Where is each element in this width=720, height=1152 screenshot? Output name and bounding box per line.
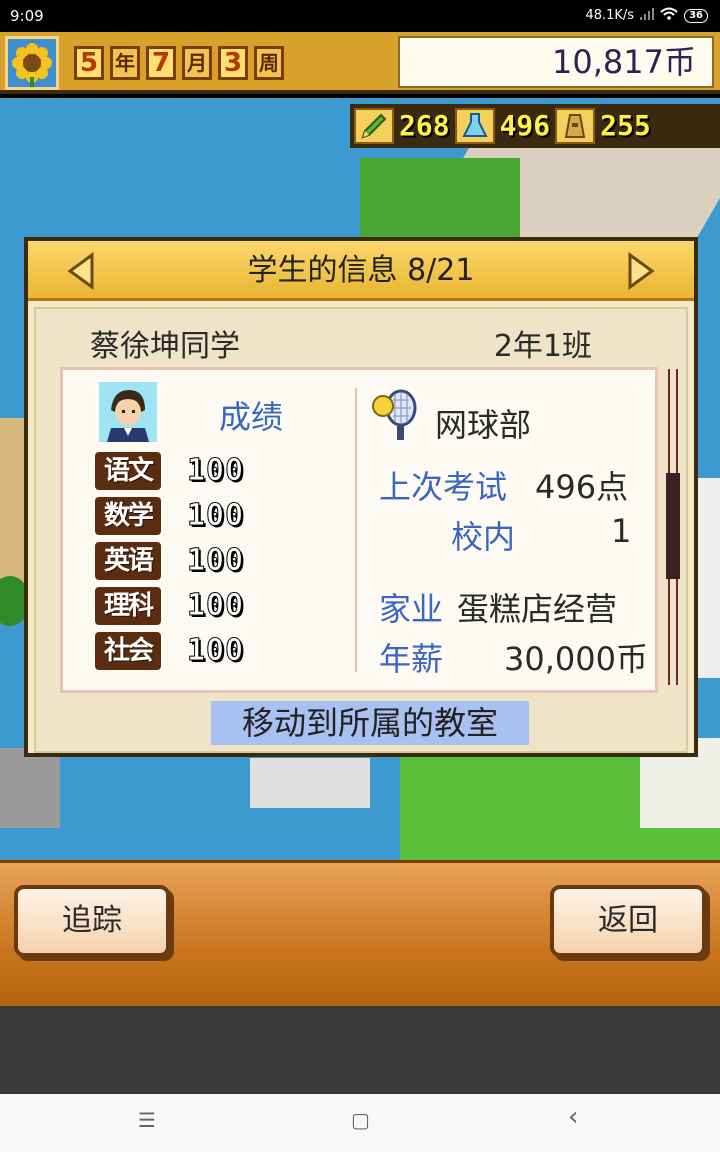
status-bar: 9:09 48.1K/s 36 <box>0 0 720 32</box>
subject-label: 语文 <box>95 452 161 490</box>
week-number: 3 <box>218 46 248 80</box>
last-exam-label: 上次考试 <box>379 468 508 506</box>
dialog-title: 学生的信息 8/21 <box>247 253 475 288</box>
resource-bar: 268 496 255 <box>350 104 720 148</box>
next-arrow-icon[interactable] <box>624 251 658 291</box>
empty-area <box>0 1006 720 1094</box>
student-info-dialog: 学生的信息 8/21 蔡徐坤同学 2年1班 成绩 语文 100 数学 100 英… <box>24 237 698 757</box>
school-rank-value: 1 <box>611 512 632 550</box>
research-points: 268 <box>396 108 453 144</box>
system-nav-bar: ☰ ▢ ‹ <box>0 1094 720 1152</box>
grade-row: 数学 100 <box>95 497 275 537</box>
info-card: 成绩 语文 100 数学 100 英语 100 理科 100 社会 100 网球… <box>60 367 658 693</box>
grade-row: 社会 100 <box>95 632 275 672</box>
month-number: 7 <box>146 46 176 80</box>
lockers <box>250 758 370 808</box>
net-speed: 48.1K/s <box>585 8 635 23</box>
year-unit: 年 <box>110 46 140 80</box>
student-class: 2年1班 <box>493 329 592 364</box>
money-display: 10,817币 <box>398 36 714 88</box>
grade-row: 理科 100 <box>95 587 275 627</box>
subject-label: 英语 <box>95 542 161 580</box>
wifi-icon <box>660 7 678 24</box>
student-name: 蔡徐坤同学 <box>90 329 240 364</box>
home-icon[interactable]: ▢ <box>351 1108 370 1132</box>
signal-icon <box>640 7 655 24</box>
tower-icon <box>555 108 596 144</box>
scrollbar-thumb[interactable] <box>666 473 680 579</box>
year-number: 5 <box>74 46 104 80</box>
subject-score: 100 <box>186 633 245 669</box>
month-unit: 月 <box>182 46 212 80</box>
subject-score: 100 <box>186 453 245 489</box>
bamboo-garden <box>360 158 520 238</box>
status-icons: 48.1K/s 36 <box>585 7 708 24</box>
last-exam-value: 496点 <box>535 468 629 506</box>
subject-score: 100 <box>186 588 245 624</box>
date-display: 5 年 7 月 3 周 <box>74 46 284 80</box>
subject-label: 数学 <box>95 497 161 535</box>
status-time: 9:09 <box>10 7 44 25</box>
subject-label: 理科 <box>95 587 161 625</box>
subject-score: 100 <box>186 498 245 534</box>
rocks <box>0 748 60 828</box>
family-label: 家业 <box>379 590 444 628</box>
tennis-racket-icon <box>369 388 423 442</box>
pencil-icon <box>354 108 394 144</box>
school-rank-label: 校内 <box>451 518 516 556</box>
dialog-header: 学生的信息 8/21 <box>28 241 694 301</box>
sunflower-icon[interactable] <box>5 36 59 90</box>
back-button[interactable]: 返回 <box>550 885 706 957</box>
grades-title: 成绩 <box>219 398 284 436</box>
science-points: 496 <box>496 108 554 144</box>
battery-icon: 36 <box>684 8 708 23</box>
tower-points: 255 <box>597 108 654 144</box>
subject-label: 社会 <box>95 632 161 670</box>
track-button[interactable]: 追踪 <box>14 885 170 957</box>
club-name: 网球部 <box>435 406 532 444</box>
grade-row: 英语 100 <box>95 542 275 582</box>
salary-label: 年薪 <box>379 640 444 678</box>
family-value: 蛋糕店经营 <box>457 590 618 628</box>
salary-value: 30,000币 <box>504 640 648 678</box>
subject-score: 100 <box>186 543 245 579</box>
student-avatar <box>99 382 157 442</box>
top-hud: 5 年 7 月 3 周 10,817币 <box>0 32 720 94</box>
back-icon[interactable]: ‹ <box>568 1102 578 1132</box>
menu-icon[interactable]: ☰ <box>138 1108 156 1132</box>
move-to-classroom-button[interactable]: 移动到所属的教室 <box>211 701 529 745</box>
card-divider <box>355 388 357 672</box>
bottom-panel: 追踪 返回 <box>0 860 720 1006</box>
week-unit: 周 <box>254 46 284 80</box>
dialog-body: 蔡徐坤同学 2年1班 成绩 语文 100 数学 100 英语 100 理科 10… <box>34 307 688 753</box>
flask-icon <box>454 108 495 144</box>
grade-row: 语文 100 <box>95 452 275 492</box>
